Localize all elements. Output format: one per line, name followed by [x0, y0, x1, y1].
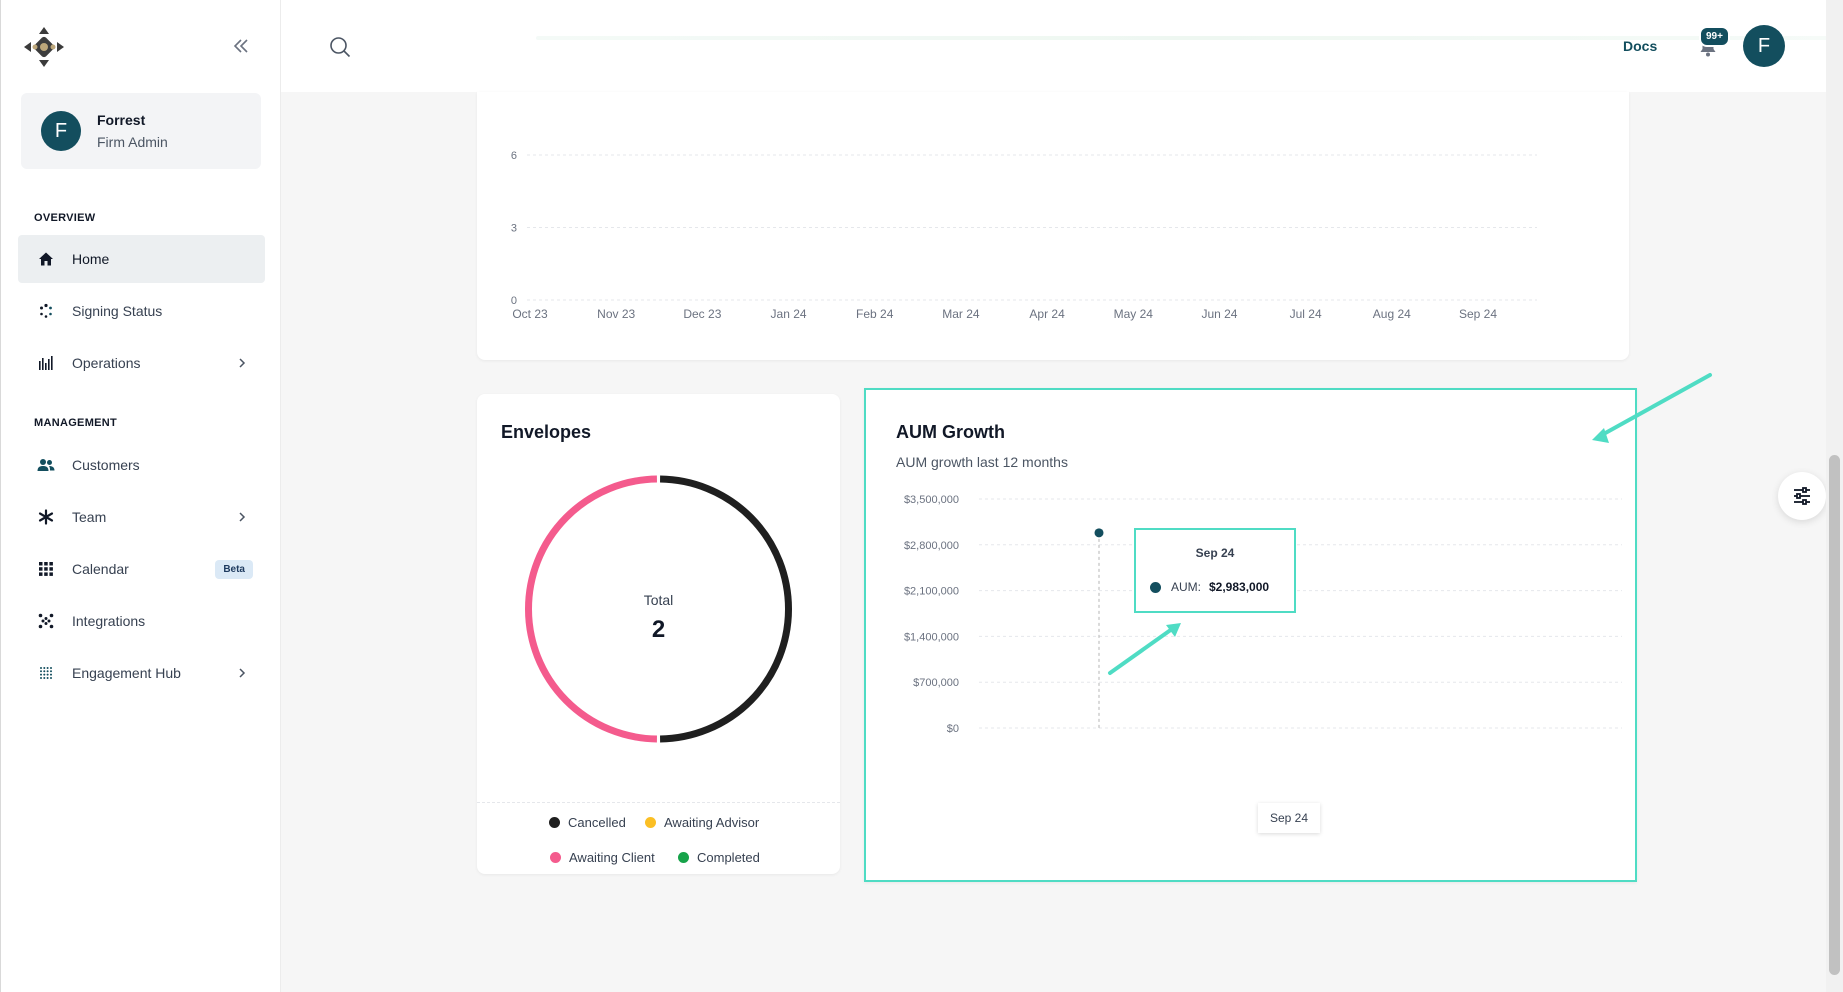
y-tick-label: $700,000	[913, 677, 959, 689]
envelopes-donut-chart	[525, 475, 792, 743]
x-axis-tooltip: Sep 24	[1258, 803, 1320, 833]
legend-item-completed[interactable]: Completed	[678, 850, 760, 865]
legend-label: Completed	[697, 850, 760, 865]
legend-divider	[477, 802, 840, 803]
user-name: Forrest	[97, 112, 146, 128]
sidebar-item-integrations[interactable]: Integrations	[18, 597, 265, 645]
legend-item-awaiting-advisor[interactable]: Awaiting Advisor	[645, 815, 759, 830]
logo	[21, 24, 67, 70]
activity-chart-card: 0 3 6 Oct 23 Nov 23 Dec 23 Jan 24 Feb 24 Mar 24 A…	[477, 92, 1629, 360]
chevron-right-icon	[237, 355, 247, 371]
aum-tooltip: Sep 24 AUM: $2,983,000	[1134, 528, 1296, 613]
x-tick-label: Oct 23	[512, 307, 548, 321]
sidebar-item-customers[interactable]: Customers	[18, 441, 265, 489]
legend-dot	[550, 852, 561, 863]
bar-chart-icon	[36, 353, 56, 373]
beta-badge: Beta	[215, 559, 253, 579]
section-label-overview: OVERVIEW	[34, 212, 96, 224]
donut-total-value: 2	[651, 616, 666, 643]
collapse-sidebar-button[interactable]	[229, 34, 253, 58]
x-tick-label: May 24	[1114, 307, 1154, 321]
user-avatar-button[interactable]: F	[1743, 25, 1785, 67]
double-chevron-left-icon	[233, 39, 248, 53]
sidebar-item-team[interactable]: Team	[18, 493, 265, 541]
sidebar-item-label: Calendar	[72, 561, 129, 577]
x-tick-label: Jan 24	[771, 307, 807, 321]
asterisk-icon	[36, 507, 56, 527]
legend-label: Awaiting Client	[569, 850, 655, 865]
sidebar-item-engagement-hub[interactable]: Engagement Hub	[18, 649, 265, 697]
x-tick-label: Aug 24	[1373, 307, 1411, 321]
tooltip-label: AUM:	[1171, 580, 1201, 594]
dots-icon	[36, 611, 56, 631]
notification-badge: 99+	[1699, 26, 1730, 47]
legend-item-cancelled[interactable]: Cancelled	[549, 815, 626, 830]
x-tick-label: Nov 23	[597, 307, 635, 321]
sidebar: F Forrest Firm Admin OVERVIEW Home Signi…	[0, 0, 281, 992]
grid-icon	[36, 559, 56, 579]
aum-growth-card: AUM Growth AUM growth last 12 months $0 $…	[864, 388, 1637, 882]
tooltip-date: Sep 24	[1195, 546, 1235, 560]
scrollbar-thumb[interactable]	[1829, 455, 1840, 975]
docs-link[interactable]: Docs	[1623, 38, 1657, 54]
y-tick-label: 3	[511, 223, 517, 235]
user-card[interactable]: F Forrest Firm Admin	[21, 93, 261, 169]
y-tick-label: $3,500,000	[904, 494, 959, 506]
tooltip-row: AUM: $2,983,000	[1150, 580, 1269, 594]
legend-dot	[549, 817, 560, 828]
avatar: F	[41, 111, 81, 151]
search-icon[interactable]	[329, 36, 351, 58]
y-tick-label: 0	[511, 295, 517, 307]
x-tick-label: Apr 24	[1029, 307, 1065, 321]
sidebar-item-label: Engagement Hub	[72, 665, 181, 681]
users-icon	[36, 455, 56, 475]
tooltip-value: $2,983,000	[1209, 580, 1270, 594]
data-point-aum	[1094, 528, 1104, 538]
sidebar-item-label: Customers	[72, 457, 140, 473]
x-tick-label: Jun 24	[1201, 307, 1237, 321]
sliders-icon	[1794, 487, 1810, 505]
activity-line-chart: 0 3 6 Oct 23 Nov 23 Dec 23 Jan 24 Feb 24 Mar 24 A…	[511, 150, 1537, 321]
sidebar-item-home[interactable]: Home	[18, 235, 265, 283]
y-tick-label: 6	[511, 150, 517, 162]
dot-grid-icon	[36, 663, 56, 683]
filter-settings-button[interactable]	[1778, 472, 1826, 520]
legend-dot	[645, 817, 656, 828]
envelopes-title: Envelopes	[501, 422, 592, 442]
y-tick-label: $0	[947, 723, 959, 735]
user-role: Firm Admin	[97, 134, 168, 150]
home-icon	[36, 249, 56, 269]
sidebar-item-calendar[interactable]: Calendar Beta	[18, 545, 265, 593]
sidebar-item-label: Signing Status	[72, 303, 163, 319]
sidebar-item-label: Team	[72, 509, 107, 525]
donut-total-label: Total	[643, 592, 674, 608]
donut-slice-awaiting-client	[525, 475, 657, 743]
sidebar-item-label: Integrations	[72, 613, 146, 629]
sidebar-item-signing-status[interactable]: Signing Status	[18, 287, 265, 335]
x-tick-label: Sep 24	[1459, 307, 1497, 321]
chevron-right-icon	[237, 509, 247, 525]
tooltip-dot	[1150, 581, 1161, 593]
legend-label: Cancelled	[568, 815, 626, 830]
legend-item-awaiting-client[interactable]: Awaiting Client	[550, 850, 655, 865]
y-tick-label: $2,800,000	[904, 540, 959, 552]
sidebar-item-operations[interactable]: Operations	[18, 339, 265, 387]
x-tick-label: Feb 24	[856, 307, 894, 321]
y-tick-label: $1,400,000	[904, 631, 959, 643]
y-tick-label: $2,100,000	[904, 586, 959, 598]
sidebar-item-label: Home	[72, 251, 110, 267]
x-tick-label: Dec 23	[683, 307, 721, 321]
sidebar-item-label: Operations	[72, 355, 141, 371]
x-tick-label: Mar 24	[942, 307, 980, 321]
topbar: Docs 99+ F	[281, 0, 1843, 92]
legend-dot	[678, 852, 689, 863]
donut-slice-cancelled	[660, 475, 792, 743]
aum-line-chart: $0 $700,000 $1,400,000 $2,100,000 $2,800,000…	[904, 494, 1622, 735]
envelopes-card: Envelopes Total 2 Cancelled Awaiting Adv…	[477, 394, 840, 874]
x-tick-label: Jul 24	[1290, 307, 1322, 321]
chevron-right-icon	[237, 665, 247, 681]
spinner-icon	[36, 301, 56, 321]
legend-label: Awaiting Advisor	[664, 815, 760, 830]
section-label-management: MANAGEMENT	[34, 417, 118, 429]
